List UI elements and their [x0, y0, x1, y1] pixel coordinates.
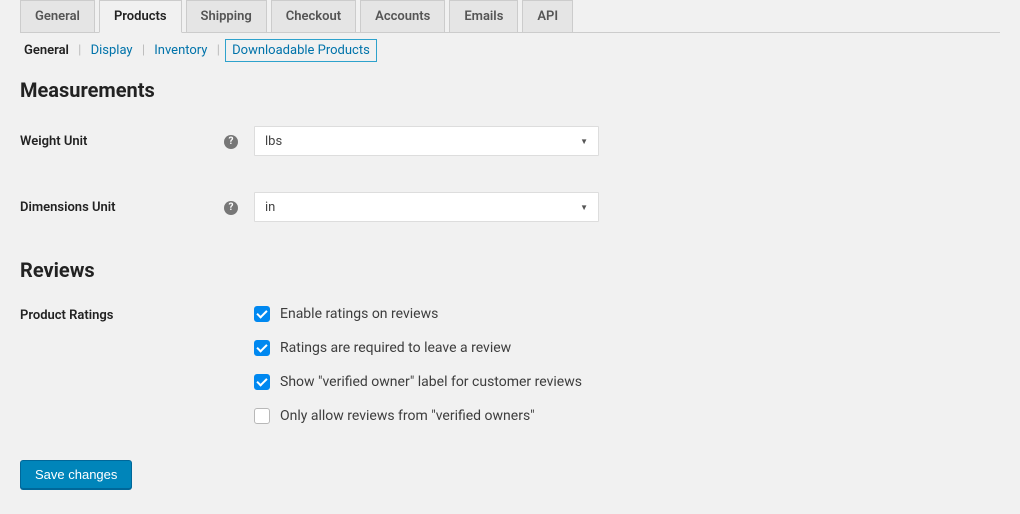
dimensions-unit-help[interactable]: ? [224, 199, 254, 215]
section-title-reviews: Reviews [20, 258, 1000, 282]
products-subtabs: General | Display | Inventory | Download… [20, 43, 1000, 58]
subtab-display[interactable]: Display [87, 41, 137, 60]
tab-checkout[interactable]: Checkout [271, 0, 356, 32]
tab-api[interactable]: API [522, 0, 573, 32]
weight-unit-row: Weight Unit ? lbs ▼ [20, 126, 1000, 156]
settings-tabs: General Products Shipping Checkout Accou… [20, 0, 1000, 33]
dimensions-unit-row: Dimensions Unit ? in ▼ [20, 192, 1000, 222]
dimensions-unit-select[interactable]: in ▼ [254, 192, 599, 222]
weight-unit-label: Weight Unit [20, 134, 224, 149]
subtab-inventory[interactable]: Inventory [150, 41, 211, 60]
weight-unit-select[interactable]: lbs ▼ [254, 126, 599, 156]
dimensions-unit-label: Dimensions Unit [20, 200, 224, 215]
product-ratings-options: Enable ratings on reviews Ratings are re… [254, 306, 582, 424]
checkbox-icon [254, 306, 270, 322]
checkbox-icon [254, 408, 270, 424]
chevron-down-icon: ▼ [580, 203, 588, 212]
subtab-separator: | [217, 43, 220, 58]
chevron-down-icon: ▼ [580, 137, 588, 146]
subtab-general[interactable]: General [20, 41, 73, 60]
weight-unit-value: lbs [265, 134, 282, 149]
rating-option-required[interactable]: Ratings are required to leave a review [254, 340, 582, 356]
rating-option-enable[interactable]: Enable ratings on reviews [254, 306, 582, 322]
product-ratings-label: Product Ratings [20, 306, 254, 323]
tab-shipping[interactable]: Shipping [186, 0, 267, 32]
subtab-downloadable-products[interactable]: Downloadable Products [225, 39, 377, 62]
tab-emails[interactable]: Emails [449, 0, 518, 32]
checkbox-icon [254, 340, 270, 356]
checkbox-label: Enable ratings on reviews [280, 306, 438, 322]
tab-products[interactable]: Products [99, 0, 182, 33]
checkbox-label: Show "verified owner" label for customer… [280, 374, 582, 390]
checkbox-label: Only allow reviews from "verified owners… [280, 408, 535, 424]
weight-unit-help[interactable]: ? [224, 133, 254, 149]
section-title-measurements: Measurements [20, 78, 1000, 102]
subtab-separator: | [142, 43, 145, 58]
subtab-separator: | [78, 43, 81, 58]
help-icon: ? [224, 201, 238, 215]
dimensions-unit-value: in [265, 200, 275, 215]
tab-accounts[interactable]: Accounts [360, 0, 445, 32]
checkbox-icon [254, 374, 270, 390]
checkbox-label: Ratings are required to leave a review [280, 340, 511, 356]
save-changes-button[interactable]: Save changes [20, 460, 132, 489]
help-icon: ? [224, 135, 238, 149]
rating-option-verified-label[interactable]: Show "verified owner" label for customer… [254, 374, 582, 390]
rating-option-verified-only[interactable]: Only allow reviews from "verified owners… [254, 408, 582, 424]
tab-general[interactable]: General [20, 0, 95, 32]
product-ratings-group: Product Ratings Enable ratings on review… [20, 306, 1000, 424]
